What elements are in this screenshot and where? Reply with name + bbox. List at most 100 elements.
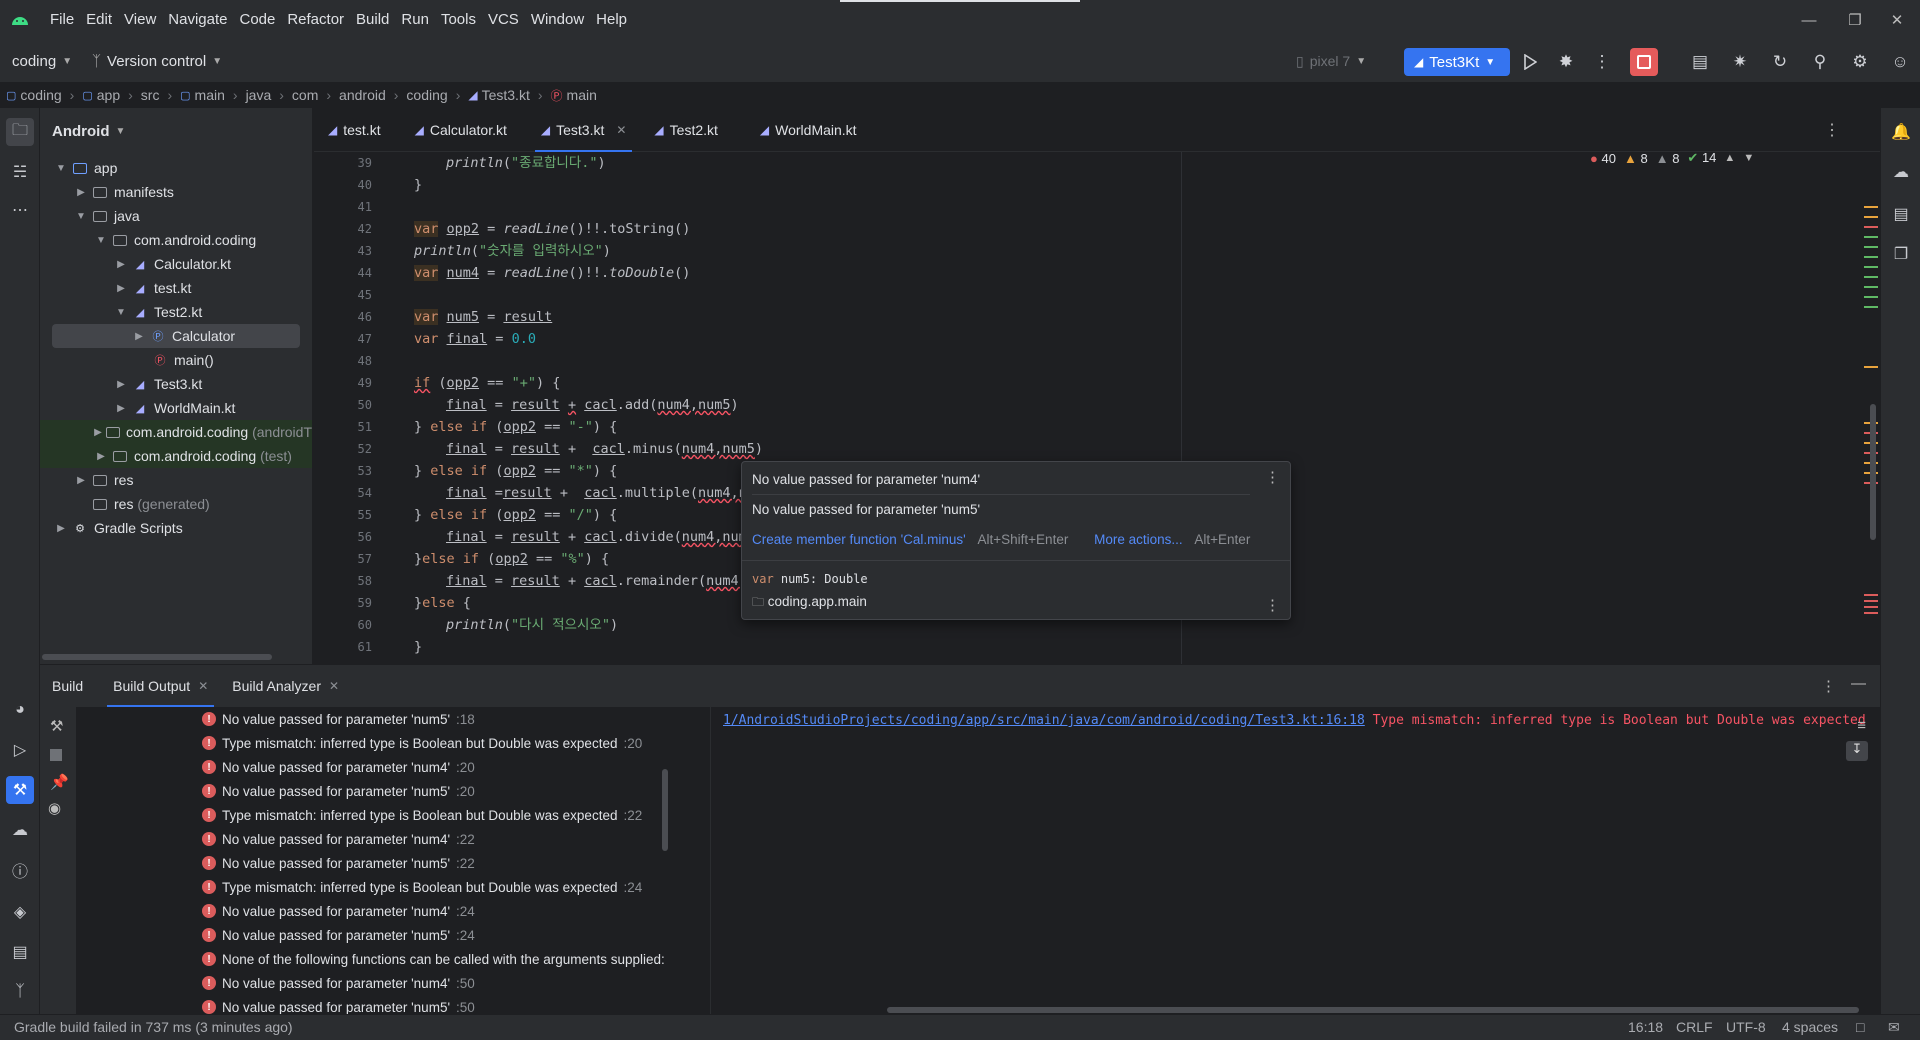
- running-devices-icon[interactable]: ❐: [1887, 240, 1915, 268]
- stop-button[interactable]: [1630, 48, 1658, 76]
- tree-item-manifests[interactable]: ▶ manifests: [40, 180, 312, 204]
- build-message-row[interactable]: ! No value passed for parameter 'num5':18: [202, 707, 475, 731]
- tree-item-test2-kt[interactable]: ▼ ◢ Test2.kt: [40, 300, 312, 324]
- close-tab-icon[interactable]: ✕: [616, 123, 626, 137]
- line-separator[interactable]: CRLF: [1676, 1019, 1713, 1035]
- tree-item-app[interactable]: ▼ app: [40, 156, 312, 180]
- tab-build-analyzer[interactable]: Build Analyzer ✕: [220, 665, 351, 707]
- tab-calculator-kt[interactable]: ◢ Calculator.kt: [401, 108, 521, 152]
- tree-item-java[interactable]: ▼ java: [40, 204, 312, 228]
- close-window-icon[interactable]: ✕: [1874, 0, 1920, 40]
- tree-item-calculator-class[interactable]: ▶ Ⓟ Calculator: [52, 324, 300, 348]
- prev-highlight-icon[interactable]: ▲: [1724, 152, 1735, 164]
- device-manager-icon[interactable]: ▤: [1686, 48, 1714, 76]
- menu-navigate[interactable]: Navigate: [162, 0, 233, 40]
- breadcrumb-item[interactable]: ▢ coding: [6, 87, 62, 103]
- breadcrumb-item[interactable]: java: [246, 87, 272, 103]
- terminal-icon[interactable]: ▤: [6, 938, 34, 966]
- logcat-icon[interactable]: ☁: [6, 816, 34, 844]
- menu-refactor[interactable]: Refactor: [281, 0, 350, 40]
- soft-wrap-icon[interactable]: ≡: [1857, 717, 1866, 734]
- tree-item-res-generated[interactable]: res (generated): [40, 492, 312, 516]
- menu-tools[interactable]: Tools: [435, 0, 482, 40]
- close-tab-icon[interactable]: ✕: [329, 679, 339, 693]
- tab-test3-kt[interactable]: ◢ Test3.kt ✕: [527, 108, 641, 152]
- tree-item-main-fn[interactable]: Ⓟmain(): [40, 348, 312, 372]
- android-studio-logo-icon[interactable]: [0, 0, 40, 40]
- breadcrumb-item[interactable]: src: [141, 87, 160, 103]
- build-message-row[interactable]: ! No value passed for parameter 'num4':20: [202, 755, 475, 779]
- restore-icon[interactable]: ❐: [1832, 0, 1878, 40]
- breadcrumb-item[interactable]: ◢ Test3.kt: [468, 87, 529, 103]
- build-message-row[interactable]: ! No value passed for parameter 'num4':24: [202, 899, 475, 923]
- structure-icon[interactable]: ☵: [6, 158, 34, 186]
- tree-item-package-androidtest[interactable]: ▶ com.android.coding (androidT: [40, 420, 312, 444]
- build-message-row[interactable]: ! Type mismatch: inferred type is Boolean…: [202, 731, 642, 755]
- bug-report-icon[interactable]: ✷: [1726, 48, 1754, 76]
- file-encoding[interactable]: UTF-8: [1726, 1019, 1766, 1035]
- error-file-link[interactable]: 1/AndroidStudioProjects/coding/app/src/m…: [723, 713, 1365, 728]
- menu-edit[interactable]: Edit: [80, 0, 118, 40]
- tab-build-output[interactable]: Build Output ✕: [101, 665, 220, 707]
- build-message-row[interactable]: ! Type mismatch: inferred type is Boolean…: [202, 803, 642, 827]
- output-horizontal-scrollbar[interactable]: [887, 1007, 1859, 1013]
- lock-icon[interactable]: □: [1856, 1019, 1864, 1035]
- declaration-location[interactable]: 🗀 coding.app.main: [752, 593, 867, 614]
- menu-help[interactable]: Help: [590, 0, 633, 40]
- editor-vertical-scrollbar[interactable]: [1870, 404, 1876, 540]
- more-tools-icon[interactable]: ⋯: [6, 196, 34, 224]
- search-icon[interactable]: ⚲: [1806, 48, 1834, 76]
- tree-item-test3-kt[interactable]: ▶ ◢ Test3.kt: [40, 372, 312, 396]
- tree-item-calculator-kt[interactable]: ▶ ◢ Calculator.kt: [40, 252, 312, 276]
- indent-setting[interactable]: 4 spaces: [1782, 1019, 1838, 1035]
- create-member-function-link[interactable]: Create member function 'Cal.minus': [752, 532, 966, 547]
- tree-item-gradle-scripts[interactable]: ▶ ⚙ Gradle Scripts: [40, 516, 312, 540]
- caret-position[interactable]: 16:18: [1628, 1019, 1663, 1035]
- run-tool-icon[interactable]: ▷: [6, 736, 34, 764]
- run-icon[interactable]: [1516, 48, 1544, 76]
- project-selector[interactable]: coding ▼: [12, 53, 72, 70]
- breadcrumb-item[interactable]: ▢ main: [180, 87, 225, 103]
- gradle-elephant-icon[interactable]: ☁: [1887, 158, 1915, 186]
- tree-item-test-kt[interactable]: ▶ ◢ test.kt: [40, 276, 312, 300]
- notifications-bell-icon[interactable]: 🔔: [1887, 118, 1915, 146]
- options-icon[interactable]: ⋮: [1821, 677, 1836, 695]
- vcs-selector[interactable]: ᛉ Version control ▼: [92, 53, 222, 70]
- pin-icon[interactable]: 📌: [50, 773, 69, 791]
- breadcrumb-item[interactable]: com: [292, 87, 318, 103]
- menu-run[interactable]: Run: [395, 0, 435, 40]
- problems-icon[interactable]: ⓘ: [6, 856, 34, 884]
- debug-icon[interactable]: ✸: [1552, 48, 1580, 76]
- tab-test2-kt[interactable]: ◢ Test2.kt: [640, 108, 731, 152]
- popup-more-icon[interactable]: ⋮: [1265, 596, 1280, 614]
- build-hammer-icon[interactable]: ⚒: [50, 717, 63, 735]
- status-message[interactable]: Gradle build failed in 737 ms (3 minutes…: [14, 1019, 293, 1035]
- app-inspection-icon[interactable]: ◕: [6, 696, 34, 724]
- breadcrumb-item[interactable]: android: [339, 87, 386, 103]
- menu-code[interactable]: Code: [233, 0, 281, 40]
- menu-window[interactable]: Window: [525, 0, 590, 40]
- git-icon[interactable]: ᛉ: [6, 978, 34, 1006]
- menu-vcs[interactable]: VCS: [482, 0, 525, 40]
- project-tool-folder-icon[interactable]: 🗀: [6, 118, 34, 146]
- build-message-row[interactable]: ! No value passed for parameter 'num5':24: [202, 923, 475, 947]
- sync-gradle-icon[interactable]: ↻: [1766, 48, 1794, 76]
- menu-file[interactable]: File: [44, 0, 80, 40]
- tab-actions-icon[interactable]: ⋮: [1824, 120, 1840, 140]
- inspection-widget[interactable]: ● 40 ▲ 8 ▲ 8 ✔ 14 ▲ ▼: [1590, 150, 1754, 166]
- scroll-to-end-icon[interactable]: ↧: [1846, 741, 1868, 761]
- device-file-explorer-icon[interactable]: ▤: [1887, 200, 1915, 228]
- minimize-icon[interactable]: —: [1786, 0, 1832, 40]
- run-configuration-selector[interactable]: ◢ Test3Kt ▼: [1404, 48, 1510, 76]
- tree-item-package[interactable]: ▼ com.android.coding: [40, 228, 312, 252]
- tab-worldmain-kt[interactable]: ◢ WorldMain.kt: [746, 108, 871, 152]
- tree-item-worldmain-kt[interactable]: ▶ ◢ WorldMain.kt: [40, 396, 312, 420]
- build-message-row[interactable]: ! No value passed for parameter 'num5':20: [202, 779, 475, 803]
- build-message-row[interactable]: ! No value passed for parameter 'num4':22: [202, 827, 475, 851]
- build-message-row[interactable]: ! No value passed for parameter 'num5':50: [202, 995, 475, 1015]
- tab-test-kt[interactable]: ◢ test.kt: [314, 108, 395, 152]
- next-highlight-icon[interactable]: ▼: [1743, 152, 1754, 164]
- build-message-row[interactable]: ! None of the following functions can be …: [202, 947, 671, 971]
- breadcrumb-item[interactable]: ▢ app: [82, 87, 120, 103]
- horizontal-scrollbar[interactable]: [42, 654, 272, 660]
